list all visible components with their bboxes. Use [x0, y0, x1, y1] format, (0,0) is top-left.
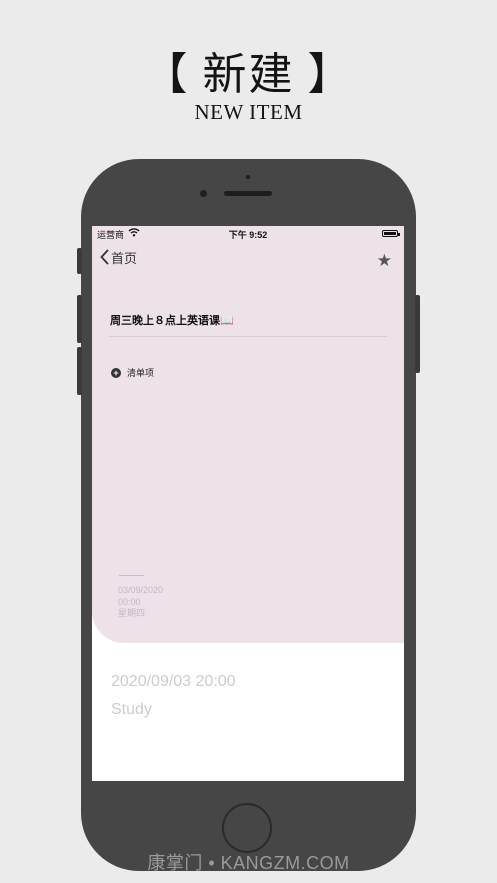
volume-up-button — [77, 295, 82, 343]
app-screen: 运营商 下午 9:52 首页 ★ 周三晚上８点上英语课📖 + 清单项 03/09… — [92, 226, 404, 781]
reminder-datetime[interactable]: 2020/09/03 20:00 — [111, 673, 236, 691]
chevron-left-icon — [100, 249, 109, 265]
status-time: 下午 9:52 — [228, 230, 268, 240]
watermark: 康掌门 • KANGZM.COM — [147, 853, 350, 873]
title-divider — [109, 336, 387, 337]
sensor — [246, 175, 250, 179]
task-card: 运营商 下午 9:52 首页 ★ 周三晚上８点上英语课📖 + 清单项 03/09… — [92, 226, 404, 643]
front-camera — [200, 190, 207, 197]
earpiece-speaker — [224, 191, 272, 196]
power-button — [415, 295, 420, 373]
back-label: 首页 — [111, 250, 138, 266]
promo-subtitle: NEW ITEM — [194, 100, 303, 124]
add-checklist-label: 清单项 — [127, 368, 155, 378]
plus-circle-icon: + — [111, 367, 121, 378]
task-title[interactable]: 周三晚上８点上英语课📖 — [110, 312, 234, 328]
faint-time: 00:00 — [118, 597, 141, 607]
add-checklist-item-button[interactable]: + 清单项 — [111, 366, 154, 379]
phone-frame: 运营商 下午 9:52 首页 ★ 周三晚上８点上英语课📖 + 清单项 03/09… — [77, 159, 420, 871]
star-icon[interactable]: ★ — [377, 252, 392, 269]
status-bar: 运营商 下午 9:52 — [92, 228, 404, 242]
faint-date: 03/09/2020 — [118, 585, 164, 595]
mute-switch — [77, 248, 82, 274]
battery-icon — [382, 230, 400, 237]
promo-title: 【 新建 】 — [143, 50, 354, 99]
faint-weekday: 星期四 — [118, 608, 146, 618]
date-divider — [119, 575, 144, 576]
back-button[interactable]: 首页 — [100, 248, 137, 266]
volume-down-button — [77, 347, 82, 395]
category-label[interactable]: Study — [111, 701, 152, 719]
home-button[interactable] — [222, 803, 272, 853]
